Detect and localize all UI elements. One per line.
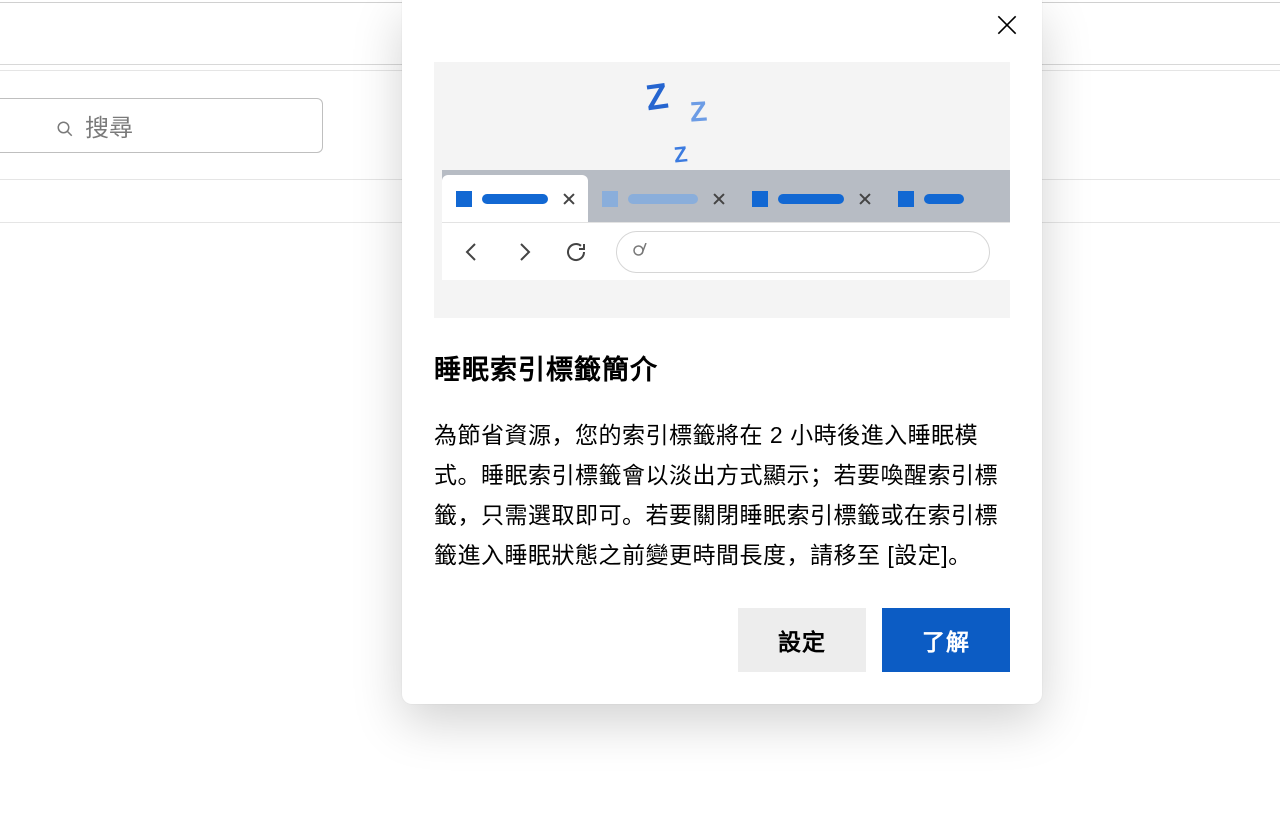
settings-button[interactable]: 設定: [738, 608, 866, 672]
close-icon: [712, 192, 726, 206]
illustration-tab-sleeping: [588, 175, 738, 222]
ok-button[interactable]: 了解: [882, 608, 1010, 672]
z-icon: Z: [689, 95, 708, 128]
dialog-body: 為節省資源，您的索引標籤將在 2 小時後進入睡眠模式。睡眠索引標籤會以淡出方式顯…: [434, 415, 1010, 575]
search-icon: [631, 243, 649, 261]
search-input[interactable]: 搜尋: [0, 98, 323, 153]
close-icon: [858, 192, 872, 206]
dialog-button-row: 設定 了解: [738, 608, 1010, 672]
illustration-tabbar: [442, 170, 1010, 222]
close-icon: [562, 192, 576, 206]
search-icon: [56, 117, 74, 135]
illustration-tab: [884, 175, 976, 222]
illustration-tab: [738, 175, 884, 222]
z-icon: Z: [643, 75, 671, 120]
refresh-icon: [564, 240, 588, 264]
search-placeholder: 搜尋: [85, 108, 133, 143]
illustration-tab-active: [442, 175, 588, 222]
close-button[interactable]: [994, 12, 1020, 38]
z-icon: Z: [673, 141, 689, 168]
dialog-title: 睡眠索引標籤簡介: [434, 348, 658, 387]
sleeping-tabs-illustration: Z Z Z: [434, 62, 1010, 318]
illustration-toolbar: [442, 222, 1010, 280]
back-icon: [460, 240, 484, 264]
illustration-omnibox: [616, 231, 990, 273]
sleeping-tabs-dialog: Z Z Z: [402, 0, 1042, 704]
forward-icon: [512, 240, 536, 264]
